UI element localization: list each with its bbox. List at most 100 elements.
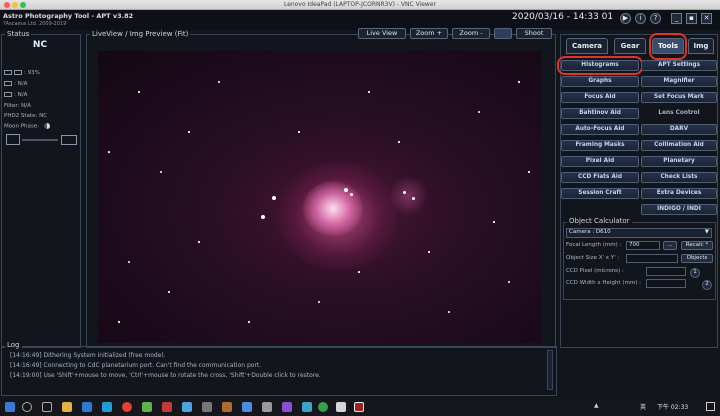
help-icon[interactable]: ? [650, 13, 661, 24]
objects-button[interactable]: Objects [681, 254, 713, 263]
star [118, 321, 120, 323]
darv-button[interactable]: DARV [641, 124, 717, 135]
battery-row: : 93% [4, 70, 40, 76]
chrome-icon[interactable] [122, 402, 132, 412]
star [508, 281, 510, 283]
live-view-button[interactable]: Live View [358, 28, 406, 39]
status-slider[interactable] [4, 134, 78, 146]
app-icon[interactable] [182, 402, 192, 412]
search-icon[interactable] [22, 402, 32, 412]
star [448, 311, 450, 313]
restore-app-button[interactable]: ▪ [686, 13, 697, 24]
app-icon[interactable] [222, 402, 232, 412]
zoom-out-button[interactable]: Zoom - [452, 28, 490, 39]
moon-label: Moon Phase: [4, 123, 39, 130]
log-line: [14:16:49] Dithering System initialized … [10, 352, 166, 359]
zoom-in-button[interactable]: Zoom + [410, 28, 448, 39]
storage-row-1: : N/A [4, 81, 27, 87]
display-toggle-button[interactable] [494, 28, 512, 39]
apt-settings-button[interactable]: APT Settings [641, 60, 717, 71]
battery-icon [4, 70, 12, 75]
tab-gear[interactable]: Gear [614, 38, 646, 54]
file-explorer-icon[interactable] [62, 402, 72, 412]
taskbar-clock[interactable]: 下午 02:33 [657, 402, 688, 411]
ccd-pixel-input[interactable] [646, 267, 686, 276]
close-app-button[interactable]: ✕ [701, 13, 712, 24]
image-preview[interactable] [98, 51, 542, 343]
indigo-indi-button[interactable]: INDIGO / INDI [641, 204, 717, 215]
auto-focus-aid-button[interactable]: Auto-Focus Aid [561, 124, 639, 135]
focal-length-more-button[interactable]: ... [663, 241, 677, 250]
histograms-highlight [557, 56, 643, 75]
bahtinov-aid-button[interactable]: Bahtinov Aid [561, 108, 639, 119]
ccd-size-input[interactable] [646, 279, 686, 288]
log-scrollbar[interactable] [547, 350, 553, 390]
object-size-input[interactable] [626, 254, 678, 263]
app-icon[interactable] [242, 402, 252, 412]
planetary-button[interactable]: Planetary [641, 156, 717, 167]
mail-icon[interactable] [102, 402, 112, 412]
chevron-down-icon: ▼ [704, 229, 709, 235]
star [368, 91, 370, 93]
tray-arrow-icon[interactable]: ▲ [594, 402, 599, 409]
app-icon[interactable] [318, 402, 328, 412]
nebula-core [303, 181, 363, 236]
moon-row: Moon Phase: [4, 123, 50, 130]
store-icon[interactable] [82, 402, 92, 412]
preset-2-button[interactable]: 2 [702, 280, 712, 290]
storage-value-1: : N/A [14, 81, 28, 87]
monitor-icon [6, 134, 20, 145]
phd2-status: PHD2 State: NC [4, 113, 48, 119]
window-title: Lenovo IdeaPad (LAPTOP-JCORNR3V) - VNC V… [284, 1, 436, 8]
slider-track[interactable] [22, 139, 58, 141]
tab-camera[interactable]: Camera [566, 38, 608, 54]
focal-length-input[interactable]: 700 [626, 241, 660, 250]
app-icon[interactable] [142, 402, 152, 412]
windows-start-icon[interactable] [5, 402, 15, 412]
filter-status: Filter: N/A [4, 103, 31, 109]
magnifier-button[interactable]: Magnifier [641, 76, 717, 87]
vnc-window: Lenovo IdeaPad (LAPTOP-JCORNR3V) - VNC V… [0, 0, 720, 416]
star [412, 197, 415, 200]
star [128, 261, 130, 263]
framing-masks-button[interactable]: Framing Masks [561, 140, 639, 151]
shoot-button[interactable]: Shoot [516, 28, 552, 39]
tab-img[interactable]: Img [688, 38, 714, 54]
pixel-aid-button[interactable]: Pixel Aid [561, 156, 639, 167]
recalc-button[interactable]: Recalc * [681, 241, 713, 250]
input-language[interactable]: 英 [640, 402, 646, 411]
info-icon[interactable]: i [635, 13, 646, 24]
app-icon[interactable] [162, 402, 172, 412]
preset-1-button[interactable]: 1 [690, 268, 700, 278]
star [318, 301, 320, 303]
app-icon[interactable] [262, 402, 272, 412]
ccd-flats-aid-button[interactable]: CCD Flats Aid [561, 172, 639, 183]
vnc-title-bar: Lenovo IdeaPad (LAPTOP-JCORNR3V) - VNC V… [0, 0, 720, 10]
star [344, 188, 348, 192]
app-icon[interactable] [336, 402, 346, 412]
app-icon[interactable] [282, 402, 292, 412]
extra-devices-button[interactable]: Extra Devices [641, 188, 717, 199]
charge-icon [14, 70, 22, 75]
task-view-icon[interactable] [42, 402, 52, 412]
check-lists-button[interactable]: Check Lists [641, 172, 717, 183]
lens-control-button[interactable]: Lens Control [641, 108, 717, 119]
slider-end-icon [61, 135, 77, 145]
session-craft-button[interactable]: Session Craft [561, 188, 639, 199]
graphs-button[interactable]: Graphs [561, 76, 639, 87]
app-icon[interactable] [202, 402, 212, 412]
app-icon[interactable] [302, 402, 312, 412]
star [108, 151, 110, 153]
notification-icon[interactable] [706, 402, 715, 411]
collimation-aid-button[interactable]: Collimation Aid [641, 140, 717, 151]
star [160, 171, 162, 173]
focus-aid-button[interactable]: Focus Aid [561, 92, 639, 103]
play-icon[interactable]: ▶ [620, 13, 631, 24]
set-focus-mark-button[interactable]: Set Focus Mark [641, 92, 717, 103]
camera-select[interactable]: Camera : D610 ▼ [566, 228, 712, 238]
minimize-app-button[interactable]: _ [671, 13, 682, 24]
star [248, 321, 250, 323]
star [358, 271, 360, 273]
connection-status: NC [32, 40, 48, 50]
apt-taskbar-icon[interactable] [354, 402, 364, 412]
